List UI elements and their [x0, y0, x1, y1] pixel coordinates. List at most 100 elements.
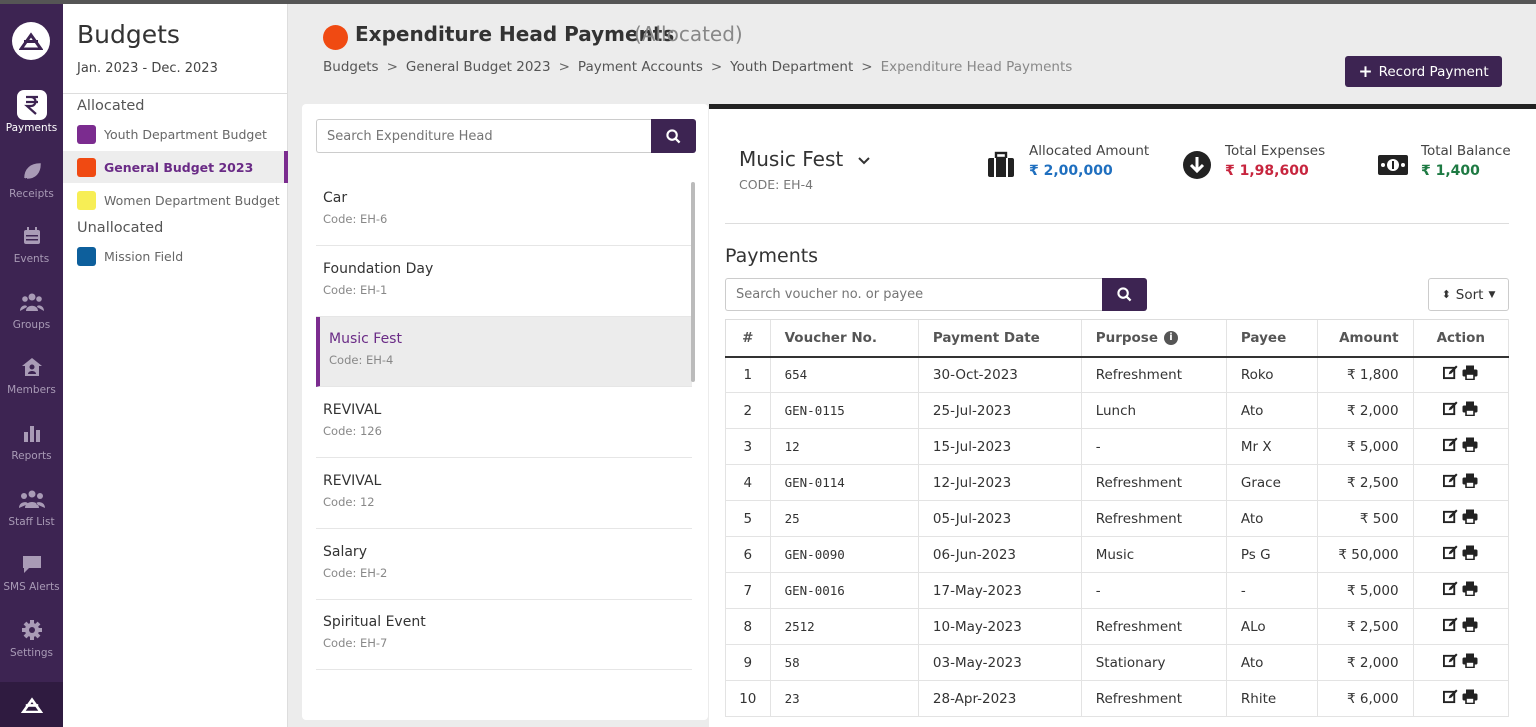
head-code: Code: 12 [323, 494, 375, 509]
edit-icon[interactable] [1443, 365, 1458, 384]
print-icon[interactable] [1462, 437, 1478, 456]
breadcrumb-item[interactable]: Youth Department [730, 59, 853, 75]
table-row[interactable]: 2 GEN-0115 25-Jul-2023 Lunch Ato ₹ 2,000 [725, 392, 1510, 429]
breadcrumb-item[interactable]: General Budget 2023 [406, 59, 551, 75]
print-icon[interactable] [1462, 545, 1478, 564]
nav-receipts[interactable]: Receipts [0, 152, 63, 214]
calendar-icon [17, 221, 47, 251]
expenditure-head-item[interactable]: Salary Code: EH-2 [316, 530, 692, 600]
cell-amount: ₹ 2,500 [1317, 608, 1414, 645]
cell-purpose: Refreshment [1080, 464, 1227, 501]
cell-purpose: Refreshment [1080, 356, 1227, 393]
expenditure-head-item[interactable]: Foundation Day Code: EH-1 [316, 247, 692, 317]
col-purpose[interactable]: Purpose i [1080, 319, 1227, 358]
col-payment-date[interactable]: Payment Date [917, 319, 1082, 358]
cell-actions [1412, 428, 1510, 465]
breadcrumb-item[interactable]: Budgets [323, 59, 379, 75]
list-scrollbar[interactable] [691, 182, 695, 382]
rail-bottom-logo[interactable] [0, 682, 63, 727]
edit-icon[interactable] [1443, 473, 1458, 492]
expenditure-head-item[interactable]: Car Code: EH-6 [316, 176, 692, 246]
budgets-title: Budgets [77, 20, 180, 49]
cell-number: 7 [725, 572, 771, 609]
table-row[interactable]: 3 12 15-Jul-2023- Mr X ₹ 5,000 [725, 428, 1510, 465]
print-icon[interactable] [1462, 617, 1478, 636]
staff-icon [17, 484, 47, 514]
bar-chart-icon [17, 418, 47, 448]
edit-icon[interactable] [1443, 509, 1458, 528]
breadcrumb-separator: > [386, 59, 398, 75]
cell-actions [1412, 572, 1510, 609]
col-number[interactable]: # [725, 319, 771, 358]
head-code: Code: EH-2 [323, 565, 388, 580]
nav-members[interactable]: Members [0, 348, 63, 410]
edit-icon[interactable] [1443, 581, 1458, 600]
table-row[interactable]: 10 23 28-Apr-2023 Refreshment Rhite ₹ 6,000 [725, 680, 1510, 717]
cell-number: 3 [725, 428, 771, 465]
print-icon[interactable] [1462, 653, 1478, 672]
chevron-down-icon[interactable] [856, 153, 872, 169]
cell-date: 25-Jul-2023 [917, 392, 1082, 429]
edit-icon[interactable] [1443, 617, 1458, 636]
nav-label: Groups [12, 318, 51, 331]
nav-settings[interactable]: Settings [0, 611, 63, 673]
table-row[interactable]: 4 GEN-0114 12-Jul-2023 Refreshment Grace ₹ 2,… [725, 464, 1510, 501]
nav-payments[interactable]: Payments [0, 86, 63, 148]
col-payee[interactable]: Payee [1225, 319, 1318, 358]
table-row[interactable]: 5 25 05-Jul-2023 Refreshment Ato ₹ 500 [725, 500, 1510, 537]
payment-search-button[interactable] [1102, 278, 1147, 311]
nav-label: Reports [11, 450, 52, 462]
table-row[interactable]: 9 58 03-May-2023 Stationary Ato ₹ 2,000 [725, 644, 1510, 681]
cell-voucher: 2512 [769, 608, 919, 645]
record-payment-button[interactable]: + Record Payment [1345, 56, 1502, 87]
cell-payee: Grace [1225, 464, 1318, 501]
payment-search-input[interactable] [725, 278, 1103, 311]
nav-sms-alerts[interactable]: SMS Alerts [0, 545, 63, 607]
print-icon[interactable] [1462, 401, 1478, 420]
nav-staff-list[interactable]: Staff List [0, 480, 63, 542]
expenditure-head-item[interactable]: REVIVAL Code: 126 [316, 388, 692, 459]
table-row[interactable]: 8 2512 10-May-2023 Refreshment ALo ₹ 2,500 [725, 608, 1510, 645]
budget-item[interactable]: Youth Department Budget [63, 118, 288, 150]
stat-label: Total Expenses [1225, 143, 1326, 159]
expenditure-head-item[interactable]: Spiritual Event Code: EH-7 [316, 600, 692, 671]
edit-icon[interactable] [1443, 401, 1458, 420]
table-row[interactable]: 7 GEN-0016 17-May-2023- - ₹ 5,000 [725, 572, 1510, 609]
breadcrumb-item[interactable]: Payment Accounts [578, 59, 703, 75]
head-code: Code: 126 [323, 424, 382, 439]
print-icon[interactable] [1462, 365, 1478, 384]
edit-icon[interactable] [1443, 653, 1458, 672]
col-voucher[interactable]: Voucher No. [769, 319, 919, 358]
sort-button[interactable]: ⬍ Sort ▼ [1428, 278, 1509, 311]
record-payment-label: Record Payment [1378, 63, 1489, 80]
budget-item[interactable]: Women Department Budget [63, 184, 288, 216]
edit-icon[interactable] [1443, 689, 1458, 708]
expenditure-head-name[interactable]: Music Fest [739, 147, 843, 171]
print-icon[interactable] [1462, 689, 1478, 708]
stat-value: ₹ 1,400 [1421, 163, 1480, 179]
edit-icon[interactable] [1443, 545, 1458, 564]
table-row[interactable]: 6 GEN-0090 06-Jun-2023 Music Ps G ₹ 50,000 [725, 536, 1510, 573]
cell-amount: ₹ 6,000 [1317, 680, 1414, 717]
nav-events[interactable]: Events [0, 217, 63, 279]
cell-amount: ₹ 1,800 [1317, 356, 1414, 393]
budget-item[interactable]: General Budget 2023 [63, 151, 288, 183]
edit-icon[interactable] [1443, 437, 1458, 456]
print-icon[interactable] [1462, 581, 1478, 600]
col-amount[interactable]: Amount [1317, 319, 1414, 358]
print-icon[interactable] [1462, 473, 1478, 492]
head-code: Code: EH-6 [323, 212, 388, 226]
table-row[interactable]: 1 654 30-Oct-2023 Refreshment Roko ₹ 1,800 [725, 356, 1510, 393]
expenditure-head-item[interactable]: Music Fest Code: EH-4 [316, 317, 692, 388]
budget-item[interactable]: Mission Field [63, 240, 288, 272]
nav-reports[interactable]: Reports [0, 414, 63, 476]
cash-icon [1377, 149, 1409, 181]
print-icon[interactable] [1462, 509, 1478, 528]
expenditure-search-button[interactable] [651, 119, 696, 153]
expenditure-head-item[interactable]: REVIVAL Code: 12 [316, 459, 692, 529]
nav-groups[interactable]: Groups [0, 283, 63, 345]
info-icon[interactable]: i [1164, 330, 1178, 345]
divider [63, 93, 288, 94]
app-logo[interactable] [12, 22, 50, 60]
expenditure-search-input[interactable] [316, 119, 651, 153]
